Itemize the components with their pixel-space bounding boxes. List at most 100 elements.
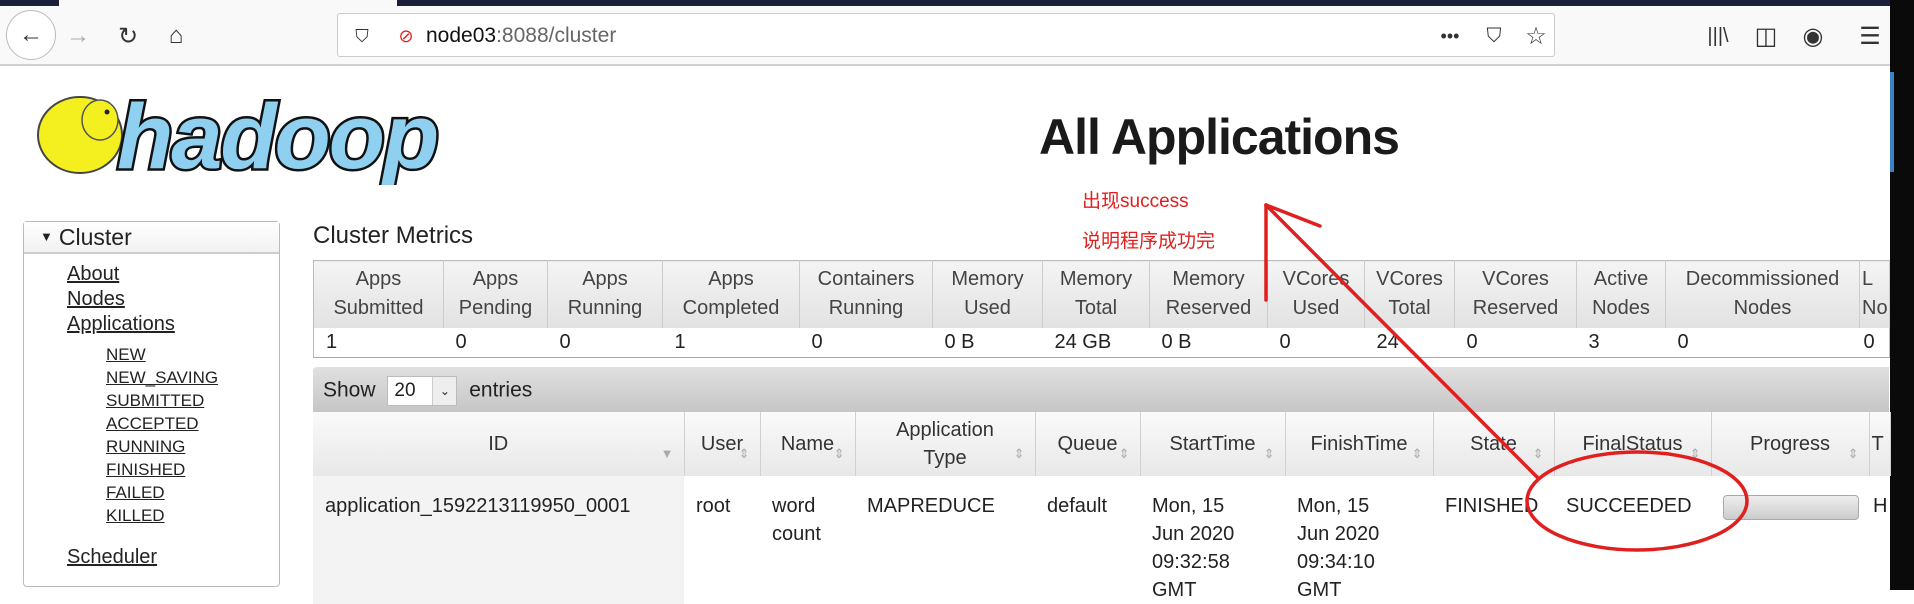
metric-value[interactable]: 0 bbox=[1665, 327, 1860, 358]
column-header[interactable]: Name ⇕ bbox=[760, 412, 856, 476]
menu-icon[interactable]: ☰ bbox=[1854, 20, 1886, 52]
collapse-icon: ▼ bbox=[40, 229, 53, 244]
metric-header: VCores Used bbox=[1267, 260, 1365, 328]
scrollbar[interactable] bbox=[1890, 0, 1914, 590]
sidebar-state-new[interactable]: NEW bbox=[106, 345, 146, 365]
browser-toolbar: ← → ↻ ⌂ ⛉ ⊘ node03:8088/cluster ••• ⛉ ☆ … bbox=[0, 6, 1890, 66]
column-header[interactable]: ID ▼ bbox=[313, 412, 685, 476]
sidebar-cluster-header[interactable]: ▼ Cluster bbox=[24, 222, 279, 254]
metric-value: 1 bbox=[662, 327, 800, 358]
reload-icon[interactable]: ↻ bbox=[112, 20, 144, 52]
annotation-arrowhead bbox=[1264, 203, 1322, 228]
home-icon[interactable]: ⌂ bbox=[160, 20, 192, 52]
metric-value: 0 B bbox=[1149, 327, 1268, 358]
metric-value: 0 B bbox=[932, 327, 1043, 358]
metric-value: 0 bbox=[443, 327, 548, 358]
sidebar-icon[interactable]: ◫ bbox=[1750, 20, 1782, 52]
star-icon[interactable]: ☆ bbox=[1520, 20, 1552, 52]
table-row: application_1592213119950_0001 root word… bbox=[313, 476, 1890, 604]
sort-icon[interactable]: ⇕ bbox=[1014, 440, 1025, 468]
sidebar-state-submitted[interactable]: SUBMITTED bbox=[106, 391, 204, 411]
sort-icon[interactable]: ▼ bbox=[661, 440, 674, 468]
metric-header: L No bbox=[1859, 260, 1890, 328]
more-icon[interactable]: ••• bbox=[1434, 20, 1466, 52]
chevron-down-icon: ⌄ bbox=[432, 377, 457, 405]
sidebar-link-applications[interactable]: Applications bbox=[67, 313, 175, 336]
sidebar-link-about[interactable]: About bbox=[67, 263, 119, 286]
sort-icon[interactable]: ⇕ bbox=[1412, 440, 1423, 468]
column-header[interactable]: User ⇕ bbox=[684, 412, 761, 476]
annotation-text: 说明程序成功完 bbox=[1082, 231, 1216, 252]
metric-value: 24 GB bbox=[1042, 327, 1150, 358]
metric-value[interactable]: 0 bbox=[1859, 327, 1890, 358]
library-icon[interactable]: |||\ bbox=[1702, 20, 1734, 52]
show-label: Show bbox=[323, 378, 376, 402]
cell-progress bbox=[1711, 476, 1869, 604]
metric-header: Containers Running bbox=[799, 260, 933, 328]
column-header[interactable]: FinalStatus ⇕ bbox=[1554, 412, 1712, 476]
metric-value: 0 bbox=[1267, 327, 1365, 358]
nodes-link[interactable]: 0 bbox=[1678, 331, 1689, 353]
column-header[interactable]: T bbox=[1869, 412, 1891, 476]
sidebar-state-new-saving[interactable]: NEW_SAVING bbox=[106, 368, 218, 388]
sidebar-link-nodes[interactable]: Nodes bbox=[67, 288, 125, 311]
sort-icon[interactable]: ⇕ bbox=[1848, 440, 1859, 468]
back-icon[interactable]: ← bbox=[6, 10, 56, 60]
hadoop-logo: hadoop bbox=[37, 84, 442, 185]
column-header-label: Progress bbox=[1749, 433, 1831, 455]
sidebar-state-failed[interactable]: FAILED bbox=[106, 483, 165, 503]
sidebar: ▼ Cluster About Nodes Applications NEW NE… bbox=[23, 221, 280, 587]
cell-final-status: SUCCEEDED bbox=[1566, 495, 1692, 517]
column-header-label: ID bbox=[488, 433, 509, 455]
column-header[interactable]: StartTime ⇕ bbox=[1140, 412, 1286, 476]
url-bar[interactable]: ⛉ ⊘ node03:8088/cluster ••• ⛉ ☆ bbox=[337, 13, 1555, 57]
cell-finish-time: Mon, 15 Jun 2020 09:34:10 GMT bbox=[1297, 495, 1380, 601]
column-header-label: FinalStatus bbox=[1582, 433, 1683, 455]
column-header[interactable]: State ⇕ bbox=[1433, 412, 1555, 476]
metric-value: 1 bbox=[313, 327, 444, 358]
sort-icon[interactable]: ⇕ bbox=[1533, 440, 1544, 468]
svg-text:hadoop: hadoop bbox=[117, 86, 437, 185]
cell-user: root bbox=[696, 495, 731, 517]
sidebar-state-running[interactable]: RUNNING bbox=[106, 437, 185, 457]
cluster-metrics-table: Apps Submitted Apps Pending Apps Running Apps C… bbox=[313, 260, 1890, 358]
metric-header: VCores Reserved bbox=[1454, 260, 1577, 328]
metric-value: 0 bbox=[799, 327, 933, 358]
sidebar-link-scheduler[interactable]: Scheduler bbox=[67, 546, 157, 569]
metric-value: 24 bbox=[1364, 327, 1455, 358]
pocket-icon[interactable]: ⛉ bbox=[1478, 20, 1510, 52]
application-id-link[interactable]: application_1592213119950_0001 bbox=[325, 495, 630, 517]
sidebar-state-finished[interactable]: FINISHED bbox=[106, 460, 185, 480]
nodes-link[interactable]: 0 bbox=[1864, 331, 1875, 353]
metric-header: Apps Pending bbox=[443, 260, 548, 328]
nodes-link[interactable]: 3 bbox=[1589, 331, 1600, 353]
column-header[interactable]: Queue ⇕ bbox=[1035, 412, 1141, 476]
column-header-label: State bbox=[1470, 433, 1517, 455]
metric-header: Decommissioned Nodes bbox=[1665, 260, 1860, 328]
sort-icon[interactable]: ⇕ bbox=[1119, 440, 1130, 468]
cell-name: word count bbox=[772, 495, 821, 545]
annotation-text: 出现success bbox=[1082, 191, 1189, 212]
column-header[interactable]: FinishTime ⇕ bbox=[1285, 412, 1434, 476]
sidebar-state-accepted[interactable]: ACCEPTED bbox=[106, 414, 199, 434]
applications-table: ID ▼ User ⇕ Name ⇕ Application Type ⇕ Queue ⇕ Star… bbox=[313, 412, 1891, 604]
sort-icon[interactable]: ⇕ bbox=[1264, 440, 1275, 468]
sort-icon[interactable]: ⇕ bbox=[739, 440, 750, 468]
column-header[interactable]: Application Type ⇕ bbox=[855, 412, 1036, 476]
sort-icon[interactable]: ⇕ bbox=[834, 440, 845, 468]
account-icon[interactable]: ◉ bbox=[1797, 20, 1829, 52]
sort-icon[interactable]: ⇕ bbox=[1690, 440, 1701, 468]
column-header-label: Application Type bbox=[896, 419, 994, 469]
insecure-lock-icon[interactable]: ⊘ bbox=[390, 20, 422, 52]
metric-header: Apps Completed bbox=[662, 260, 800, 328]
entries-select[interactable]: 20 ⌄ bbox=[387, 376, 458, 406]
cell-queue: default bbox=[1047, 495, 1108, 517]
forward-icon[interactable]: → bbox=[62, 20, 94, 52]
url-text[interactable]: node03:8088/cluster bbox=[426, 24, 616, 48]
shield-icon[interactable]: ⛉ bbox=[346, 20, 378, 52]
tracking-ui-link[interactable]: H bbox=[1873, 495, 1887, 517]
metric-header: Apps Submitted bbox=[313, 260, 444, 328]
column-header[interactable]: Progress ⇕ bbox=[1711, 412, 1870, 476]
sidebar-state-killed[interactable]: KILLED bbox=[106, 506, 165, 526]
metric-value[interactable]: 3 bbox=[1576, 327, 1666, 358]
